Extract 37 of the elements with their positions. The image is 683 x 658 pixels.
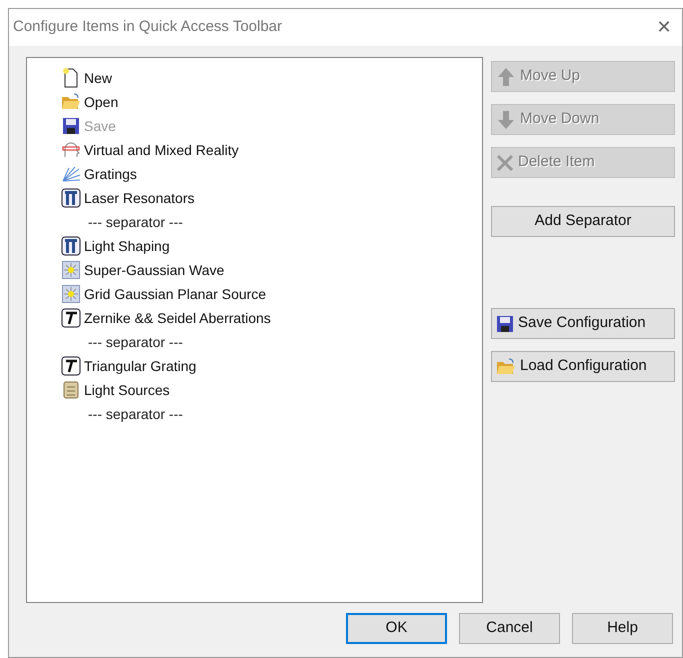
up-arrow-icon: [496, 66, 516, 86]
folder-icon: [61, 93, 81, 111]
side-button[interactable]: Add Separator: [491, 206, 675, 237]
separator-item[interactable]: --- separator ---: [88, 332, 183, 352]
side-button[interactable]: Save Configuration: [491, 308, 675, 339]
dialog-button[interactable]: Help: [572, 613, 673, 644]
side-button[interactable]: Load Configuration: [491, 351, 675, 382]
light-burst-icon: [61, 165, 81, 183]
italic-t-icon: [61, 356, 81, 376]
dialog-button[interactable]: Cancel: [459, 613, 560, 644]
italic-t-icon: [61, 308, 81, 328]
tools-icon: [61, 188, 81, 208]
list-item[interactable]: Open: [84, 92, 118, 112]
dialog-button[interactable]: OK: [346, 613, 447, 644]
document-icon: [62, 68, 80, 88]
list-item[interactable]: Grid Gaussian Planar Source: [84, 284, 266, 304]
delete-icon: [496, 154, 514, 172]
sun-icon: [62, 261, 80, 279]
list-item[interactable]: Light Shaping: [84, 236, 170, 256]
tools-icon: [61, 236, 81, 256]
list-item[interactable]: Gratings: [84, 164, 137, 184]
list-item[interactable]: Zernike && Seidel Aberrations: [84, 308, 271, 328]
close-button[interactable]: ✕: [650, 14, 678, 42]
sun-icon: [62, 285, 80, 303]
list-item[interactable]: Light Sources: [84, 380, 170, 400]
list-item[interactable]: Virtual and Mixed Reality: [84, 140, 239, 160]
list-item[interactable]: New: [84, 68, 112, 88]
window-title: Configure Items in Quick Access Toolbar: [13, 17, 282, 38]
headset-icon: [61, 141, 81, 159]
folder-icon: [496, 358, 516, 376]
separator-item[interactable]: --- separator ---: [88, 212, 183, 232]
list-item[interactable]: Super-Gaussian Wave: [84, 260, 224, 280]
separator-item[interactable]: --- separator ---: [88, 404, 183, 424]
down-arrow-icon: [496, 110, 516, 130]
list-item[interactable]: Laser Resonators: [84, 188, 195, 208]
light-source-icon: [63, 381, 79, 399]
list-item[interactable]: Triangular Grating: [84, 356, 196, 376]
